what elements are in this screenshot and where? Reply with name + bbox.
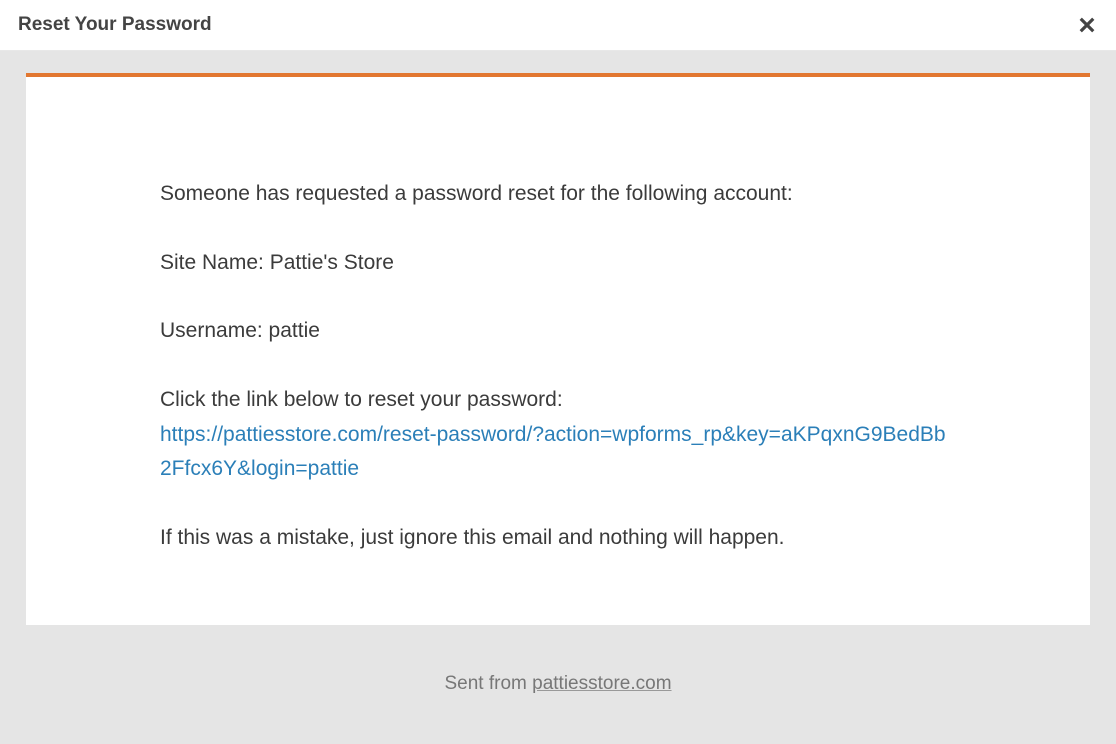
email-intro-text: Someone has requested a password reset f… <box>160 177 956 212</box>
reset-password-link[interactable]: https://pattiesstore.com/reset-password/… <box>160 423 946 481</box>
close-button[interactable] <box>1076 14 1098 36</box>
username-text: Username: pattie <box>160 314 956 349</box>
email-footer: Sent from pattiesstore.com <box>444 625 671 715</box>
reset-link-block: https://pattiesstore.com/reset-password/… <box>160 418 956 487</box>
footer-domain-link[interactable]: pattiesstore.com <box>532 673 671 694</box>
close-icon <box>1076 14 1098 36</box>
modal-container: Reset Your Password Someone has requeste… <box>0 0 1116 744</box>
sent-from-label: Sent from <box>444 673 532 694</box>
modal-header: Reset Your Password <box>0 0 1116 51</box>
email-card: Someone has requested a password reset f… <box>26 73 1090 625</box>
instruction-text: Click the link below to reset your passw… <box>160 383 956 418</box>
site-name-text: Site Name: Pattie's Store <box>160 246 956 281</box>
modal-title: Reset Your Password <box>18 14 212 36</box>
modal-body: Someone has requested a password reset f… <box>0 51 1116 744</box>
mistake-note-text: If this was a mistake, just ignore this … <box>160 521 956 556</box>
